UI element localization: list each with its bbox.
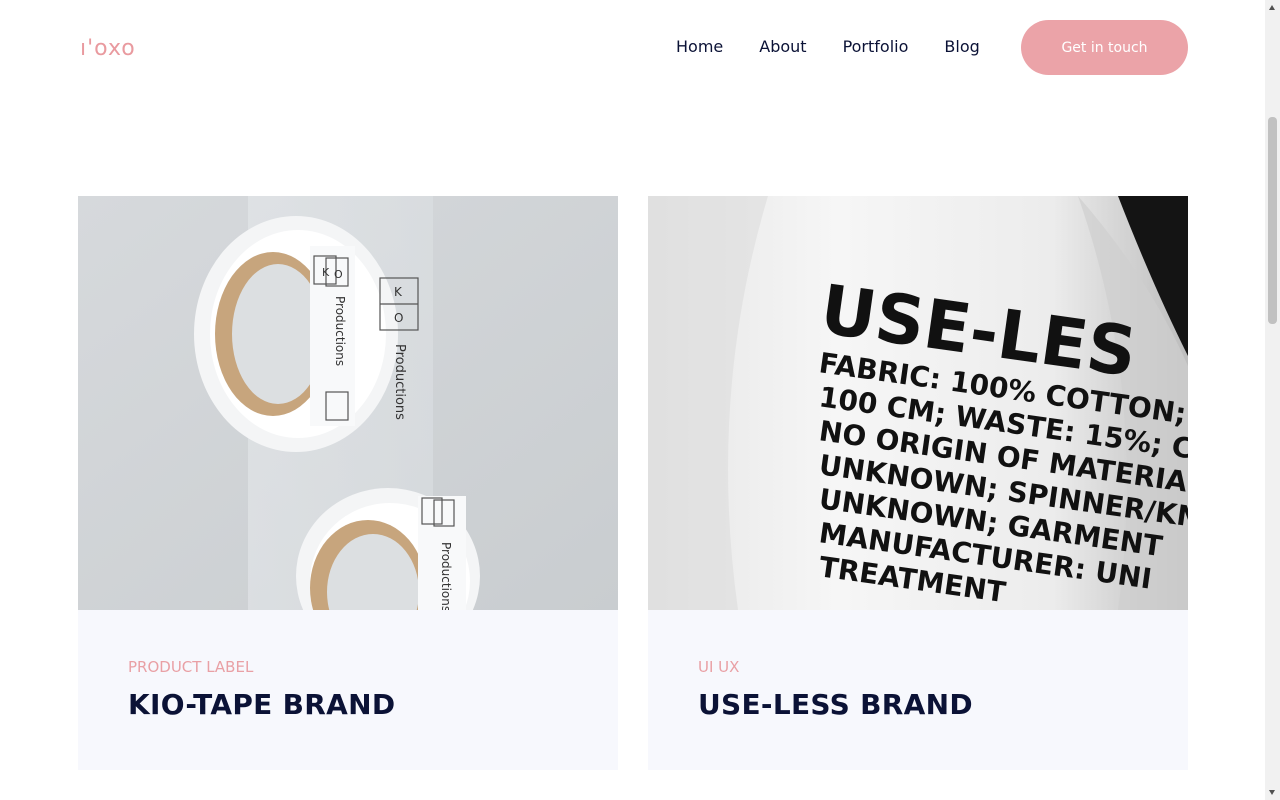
portfolio-card-use-less[interactable]: USE-LES FABRIC: 100% COTTON; 100 CM; WAS… bbox=[648, 196, 1188, 770]
strip-letter-k: K bbox=[394, 285, 403, 299]
logo[interactable]: ı'oxo bbox=[80, 36, 136, 61]
nav-blog[interactable]: Blog bbox=[944, 36, 979, 58]
scroll-thumb[interactable] bbox=[1268, 117, 1277, 324]
tape-roll-photo: K O Productions K O Productions Producti… bbox=[78, 196, 618, 610]
bottom-tape-word: Productions bbox=[439, 542, 453, 610]
card-title[interactable]: KIO-TAPE BRAND bbox=[128, 688, 395, 721]
scroll-down-arrow-icon[interactable] bbox=[1265, 785, 1280, 800]
tape-letter-k: K bbox=[322, 266, 330, 279]
strip-word: Productions bbox=[392, 344, 407, 420]
page-scrollbar[interactable] bbox=[1265, 0, 1280, 800]
get-in-touch-button[interactable]: Get in touch bbox=[1021, 20, 1188, 75]
card-title[interactable]: USE-LESS BRAND bbox=[698, 688, 973, 721]
nav-about[interactable]: About bbox=[759, 36, 806, 58]
nav-portfolio[interactable]: Portfolio bbox=[843, 36, 909, 58]
strip-letter-o: O bbox=[394, 311, 403, 325]
card-category: UI UX bbox=[698, 658, 740, 676]
tape-letter-o: O bbox=[334, 268, 343, 281]
main-nav: Home About Portfolio Blog bbox=[676, 36, 980, 58]
card-category: PRODUCT LABEL bbox=[128, 658, 254, 676]
nav-home[interactable]: Home bbox=[676, 36, 723, 58]
garment-label-image[interactable]: USE-LES FABRIC: 100% COTTON; 100 CM; WAS… bbox=[648, 196, 1188, 610]
portfolio-card-kio-tape[interactable]: K O Productions K O Productions Producti… bbox=[78, 196, 618, 770]
page: ı'oxo Home About Portfolio Blog Get in t… bbox=[0, 0, 1265, 800]
tape-roll-image[interactable]: K O Productions K O Productions Producti… bbox=[78, 196, 618, 610]
tape-word: Productions bbox=[333, 296, 347, 366]
garment-label-photo: USE-LES FABRIC: 100% COTTON; 100 CM; WAS… bbox=[648, 196, 1188, 610]
scroll-up-arrow-icon[interactable] bbox=[1265, 0, 1280, 15]
